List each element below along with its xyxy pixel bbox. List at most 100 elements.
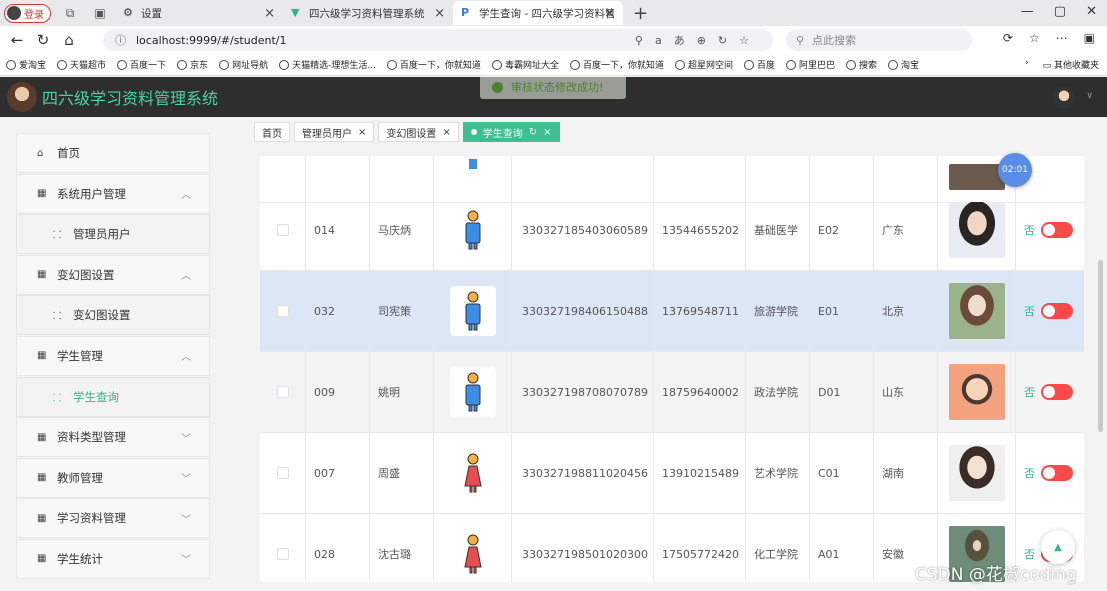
student-name: 沈古璐 xyxy=(370,514,434,582)
audit-switch[interactable] xyxy=(1041,465,1073,481)
bookmark-item[interactable]: 网址导航 xyxy=(219,58,268,71)
sidebar-item-9[interactable]: ▦ 学习资料管理 ﹀ xyxy=(16,498,210,539)
table-row[interactable]: 032 司宪策 330327198406150488 13769548711 旅游学院 E… xyxy=(260,271,1084,352)
row-checkbox[interactable] xyxy=(276,305,289,317)
maximize-icon[interactable]: ▢ xyxy=(1054,4,1066,19)
sidebar-item-5[interactable]: ▦ 学生管理 ︿ xyxy=(16,335,210,376)
bookmark-item[interactable]: 百度 xyxy=(743,58,775,71)
college: 旅游学院 xyxy=(746,271,810,351)
more-icon[interactable]: ⋯ xyxy=(1056,31,1068,45)
chevron-down-icon[interactable]: ∨ xyxy=(1086,91,1093,101)
row-checkbox[interactable] xyxy=(276,548,289,560)
bookmark-item[interactable]: 搜索 xyxy=(846,58,877,71)
url-field[interactable]: ⓘ localhost:9999/#/student/1 ⚲aあ⊕↻☆ xyxy=(103,29,773,51)
audit-switch[interactable] xyxy=(1041,222,1073,238)
table-row[interactable]: 007 周盛 330327198811020456 13910215489 艺术学院 C0… xyxy=(260,433,1084,514)
male-avatar-icon xyxy=(465,372,480,412)
grid-icon: ▦ xyxy=(37,431,47,443)
audit-switch[interactable] xyxy=(1041,303,1073,319)
address-toolbar: ← ↻ ⌂ ⓘ localhost:9999/#/student/1 ⚲aあ⊕↻… xyxy=(0,26,1107,54)
sidebar-item-0[interactable]: ⌂ 首页 xyxy=(16,133,210,173)
tag-tab-2[interactable]: 变幻图设置 × xyxy=(378,122,459,142)
bookmark-item[interactable]: 天猫超市 xyxy=(57,58,106,71)
close-window-icon[interactable]: ✕ xyxy=(1086,4,1097,19)
sidebar-item-4[interactable]: ⸬ 变幻图设置 xyxy=(16,295,210,336)
sidebar-item-10[interactable]: ▦ 学生统计 ﹀ xyxy=(16,538,210,579)
province: 山东 xyxy=(874,352,938,432)
new-tab-icon[interactable]: + xyxy=(633,3,648,24)
close-tab-icon[interactable]: × xyxy=(604,6,615,21)
profile-login-button[interactable]: 登录 xyxy=(4,3,51,23)
bookmark-item[interactable]: 毒霸网址大全 xyxy=(491,58,559,71)
sidebar-item-7[interactable]: ▦ 资料类型管理 ﹀ xyxy=(16,417,210,458)
chevron-down-icon: ﹀ xyxy=(181,514,191,526)
bookmarks-overflow-icon[interactable]: › xyxy=(1025,58,1029,71)
profile-avatar xyxy=(7,6,21,20)
audit-switch[interactable] xyxy=(1041,384,1073,400)
bookmark-item[interactable]: 百度一下，你就知道 xyxy=(569,58,664,71)
audit-cell: 否 xyxy=(1016,433,1084,513)
favorites-icon[interactable]: ☆ xyxy=(1029,31,1040,45)
tag-tab-0[interactable]: 首页 xyxy=(254,122,290,142)
tab-actions-icon[interactable]: ▣ xyxy=(91,4,109,22)
workspaces-icon[interactable]: ⧉ xyxy=(61,4,79,22)
bookmark-item[interactable]: 百度一下 xyxy=(117,58,166,71)
tag-tab-1[interactable]: 管理员用户 × xyxy=(294,122,375,142)
success-toast: 审核状态修改成功! xyxy=(480,75,626,99)
browser-tab-settings[interactable]: ⚙ 设置 × xyxy=(115,1,283,25)
student-photo[interactable] xyxy=(948,283,1005,339)
table-row[interactable]: 014 马庆炳 330327185403060589 13544655202 基础医学 E… xyxy=(260,190,1084,271)
close-tab-icon[interactable]: × xyxy=(264,6,275,21)
sidebar-toggle-icon[interactable]: ▣ xyxy=(1084,31,1095,45)
url-action-icons[interactable]: ⚲aあ⊕↻☆ xyxy=(635,32,761,48)
refresh-icon[interactable]: ↻ xyxy=(529,127,537,138)
back-to-top-button[interactable]: ▲ xyxy=(1041,530,1075,564)
sidebar-item-6[interactable]: ⸬ 学生查询 xyxy=(16,376,210,417)
sidebar-item-8[interactable]: ▦ 教师管理 ﹀ xyxy=(16,457,210,498)
sidebar-item-3[interactable]: ▦ 变幻图设置 ︿ xyxy=(16,254,210,295)
student-no: 028 xyxy=(306,514,370,582)
grid-icon: ▦ xyxy=(37,512,47,524)
close-icon[interactable]: × xyxy=(358,127,366,138)
home-nav-icon[interactable]: ⌂ xyxy=(56,31,82,49)
sidebar-item-1[interactable]: ▦ 系统用户管理 ︿ xyxy=(16,173,210,214)
bookmark-item[interactable]: 阿里巴巴 xyxy=(786,58,835,71)
phone: 18759640002 xyxy=(654,352,746,432)
close-tab-icon[interactable]: × xyxy=(434,6,445,21)
user-avatar[interactable] xyxy=(1053,87,1075,109)
extensions-icon[interactable]: ⟳ xyxy=(1003,31,1013,45)
bookmark-item[interactable]: 超星网空间 xyxy=(674,58,733,71)
browser-tab-strip: 登录 ⧉ ▣ ⚙ 设置 × ▼ 四六级学习资料管理系统 × P 学生查询 - 四… xyxy=(0,0,1107,26)
search-input[interactable]: ⚲ 点此搜索 xyxy=(786,29,972,51)
bookmark-item[interactable]: 淘宝 xyxy=(888,58,919,71)
app-logo xyxy=(7,82,37,112)
other-bookmarks[interactable]: ▭ 其他收藏夹 xyxy=(1043,58,1099,71)
globe-icon xyxy=(786,59,796,70)
bookmark-item[interactable]: 京东 xyxy=(177,58,208,71)
sidebar-item-2[interactable]: ⸬ 管理员用户 xyxy=(16,214,210,255)
bookmark-item[interactable]: 天猫精选-理想生活... xyxy=(279,58,376,71)
back-icon[interactable]: ← xyxy=(4,31,30,49)
browser-tab-student-query[interactable]: P 学生查询 - 四六级学习资料管理系 × xyxy=(453,1,623,25)
student-photo[interactable] xyxy=(948,445,1005,501)
close-icon[interactable]: × xyxy=(543,127,551,138)
row-checkbox[interactable] xyxy=(276,467,289,479)
grid-icon: ▦ xyxy=(37,553,47,565)
refresh-icon[interactable]: ↻ xyxy=(30,31,56,49)
student-photo[interactable] xyxy=(948,202,1005,258)
row-checkbox[interactable] xyxy=(276,224,289,236)
student-photo[interactable] xyxy=(948,364,1005,420)
globe-icon xyxy=(117,59,128,70)
minimize-icon[interactable]: — xyxy=(1021,4,1034,19)
browser-tab-system[interactable]: ▼ 四六级学习资料管理系统 × xyxy=(283,1,453,25)
bookmark-item[interactable]: 爱淘宝 xyxy=(6,58,46,71)
sidebar-item-label: 系统用户管理 xyxy=(57,186,126,201)
bookmark-item[interactable]: 百度一下，你就知道 xyxy=(386,58,481,71)
globe-icon xyxy=(57,59,68,70)
close-icon[interactable]: × xyxy=(442,127,450,138)
table-row[interactable]: 009 姚明 330327198708070789 18759640002 政法学院 D0… xyxy=(260,352,1084,433)
tag-tab-3[interactable]: 学生查询 ↻ × xyxy=(462,122,560,142)
row-checkbox[interactable] xyxy=(276,386,289,398)
college: 政法学院 xyxy=(746,352,810,432)
page-scrollbar[interactable] xyxy=(1098,260,1103,432)
